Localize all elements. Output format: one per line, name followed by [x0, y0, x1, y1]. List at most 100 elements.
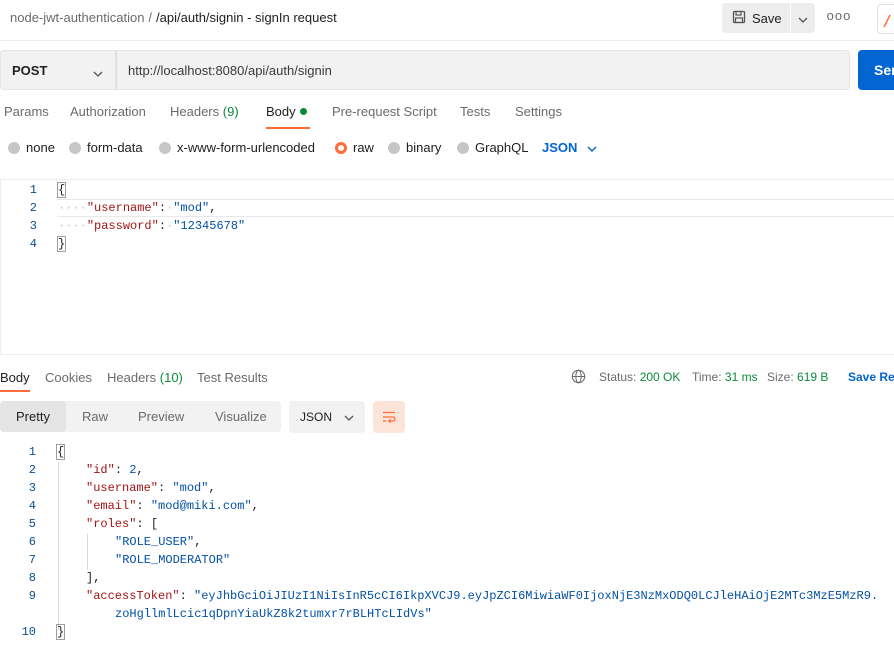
line-number: 3 [28, 481, 36, 495]
tab-authorization[interactable]: Authorization [70, 104, 146, 119]
json-key: "username" [86, 481, 159, 495]
response-tab-body[interactable]: Body [0, 370, 30, 385]
breadcrumb-separator: / [148, 10, 153, 25]
line-number: 5 [28, 517, 36, 531]
active-response-tab-indicator [0, 390, 30, 392]
radio-none[interactable]: none [8, 140, 55, 155]
indent-guide [87, 534, 88, 570]
status-value: 200 OK [639, 370, 681, 384]
radio-circle-icon [8, 141, 20, 154]
radio-form-data[interactable]: form-data [69, 140, 143, 155]
code-line-access-token-wrap: zoHgllmlLcic1qDpnYiaUkZ8k2tumxr7rBLHTcLI… [115, 607, 432, 621]
code-line-id: "id": 2, [86, 463, 144, 477]
method-label: POST [12, 62, 48, 78]
code-brace-close: } [56, 236, 67, 252]
breadcrumb: node-jwt-authentication //api/auth/signin… [10, 10, 337, 25]
json-value: "12345678" [173, 219, 246, 233]
line-number: 6 [28, 535, 36, 549]
code-line-role-user: "ROLE_USER", [115, 535, 202, 549]
response-tab-headers-count: (10) [159, 370, 183, 385]
code-line-role-moderator: "ROLE_MODERATOR" [115, 553, 230, 567]
code-brace-open: { [55, 444, 66, 460]
response-tab-headers-label: Headers [107, 370, 157, 385]
code-brace-close: } [55, 624, 66, 640]
time-label: Time: [692, 370, 722, 384]
json-value: "mod@miki.com" [150, 499, 252, 513]
status-label: Status: [599, 370, 637, 384]
tab-headers-count: (9) [222, 104, 239, 119]
json-value: "mod" [172, 481, 209, 495]
radio-selected-icon [335, 141, 347, 154]
response-body-viewer[interactable]: 1 2 3 4 5 6 7 8 9 10 { "id": 2, "usernam… [0, 444, 894, 654]
more-options-button[interactable]: ooo [826, 8, 852, 28]
json-key: "password" [86, 219, 159, 233]
json-key: "email" [86, 499, 137, 513]
save-label: Save [752, 10, 782, 26]
chevron-down-icon [93, 65, 103, 80]
method-select[interactable]: POST [0, 50, 116, 90]
code-line-roles: "roles": [ [86, 517, 159, 531]
radio-urlencoded[interactable]: x-www-form-urlencoded [159, 140, 315, 155]
json-key: "roles" [86, 517, 137, 531]
request-body-editor[interactable]: 1 2 3 4 { ····"username":·"mod", ····"pa… [0, 179, 894, 355]
code-line-username: "username": "mod", [86, 481, 216, 495]
tab-headers-label: Headers [170, 104, 220, 119]
view-visualize-button[interactable]: Visualize [215, 401, 267, 432]
line-number: 3 [29, 219, 37, 233]
code-line-access-token: "accessToken": "eyJhbGciOiJIUzI1NiIsInR5… [86, 589, 879, 603]
size-label: Size: [767, 370, 794, 384]
whitespace-marker: ···· [58, 201, 87, 215]
body-format-label: JSON [542, 140, 578, 155]
response-tab-test-results[interactable]: Test Results [197, 370, 268, 385]
time-value: 31 ms [724, 370, 758, 384]
code-line-password: ····"password":·"12345678" [58, 219, 245, 233]
request-title[interactable]: /api/auth/signin - signIn request [156, 10, 337, 25]
view-raw-button[interactable]: Raw [82, 401, 108, 432]
url-input[interactable]: http://localhost:8080/api/auth/signin [116, 50, 850, 90]
json-bracket-close: ], [86, 571, 101, 585]
radio-binary[interactable]: binary [388, 140, 441, 155]
radio-circle-icon [388, 141, 400, 154]
wrap-lines-icon[interactable] [373, 401, 405, 433]
radio-circle-icon [159, 141, 171, 154]
response-tabs-bar: Body Cookies Headers (10) Test Results S… [0, 362, 894, 394]
line-number: 2 [29, 201, 37, 215]
globe-icon[interactable] [571, 369, 586, 387]
tab-headers[interactable]: Headers (9) [170, 104, 239, 119]
view-pretty-button[interactable]: Pretty [0, 401, 66, 432]
response-format-select[interactable]: JSON [289, 401, 365, 433]
json-key: "accessToken" [86, 589, 180, 603]
save-button[interactable]: Save [722, 3, 790, 33]
save-icon [732, 10, 746, 27]
response-tab-headers[interactable]: Headers (10) [107, 370, 183, 385]
radio-raw[interactable]: raw [335, 140, 374, 155]
body-format-select[interactable]: JSON [542, 140, 597, 155]
line-number: 8 [28, 571, 36, 585]
json-value: "eyJhbGciOiJIUzI1NiIsInR5cCI6IkpXVCJ9.ey… [194, 589, 879, 603]
tab-pre-request-script[interactable]: Pre-request Script [332, 104, 437, 119]
edit-icon[interactable] [877, 4, 894, 34]
tab-tests[interactable]: Tests [460, 104, 490, 119]
view-preview-button[interactable]: Preview [138, 401, 184, 432]
response-tab-cookies[interactable]: Cookies [45, 370, 92, 385]
tab-body-label: Body [266, 104, 296, 119]
line-number: 10 [21, 625, 36, 639]
send-button[interactable]: Send [858, 50, 894, 90]
code-line-username: ····"username":·"mod", [58, 201, 216, 215]
json-colon: : [158, 219, 167, 233]
breadcrumb-collection[interactable]: node-jwt-authentication [10, 10, 144, 25]
json-value: "ROLE_MODERATOR" [115, 553, 231, 567]
line-number: 4 [28, 499, 36, 513]
indent-guide [58, 462, 59, 630]
tab-params[interactable]: Params [4, 104, 49, 119]
save-response-button[interactable]: Save Re [848, 370, 894, 384]
tab-body[interactable]: Body [266, 104, 307, 119]
radio-binary-label: binary [406, 140, 442, 155]
size-value: 619 B [797, 370, 829, 384]
line-number: 1 [29, 183, 37, 197]
save-dropdown-button[interactable] [791, 3, 815, 33]
tab-settings[interactable]: Settings [515, 104, 562, 119]
chevron-down-icon [798, 11, 808, 26]
radio-graphql[interactable]: GraphQL [457, 140, 528, 155]
chevron-down-icon [344, 410, 354, 424]
